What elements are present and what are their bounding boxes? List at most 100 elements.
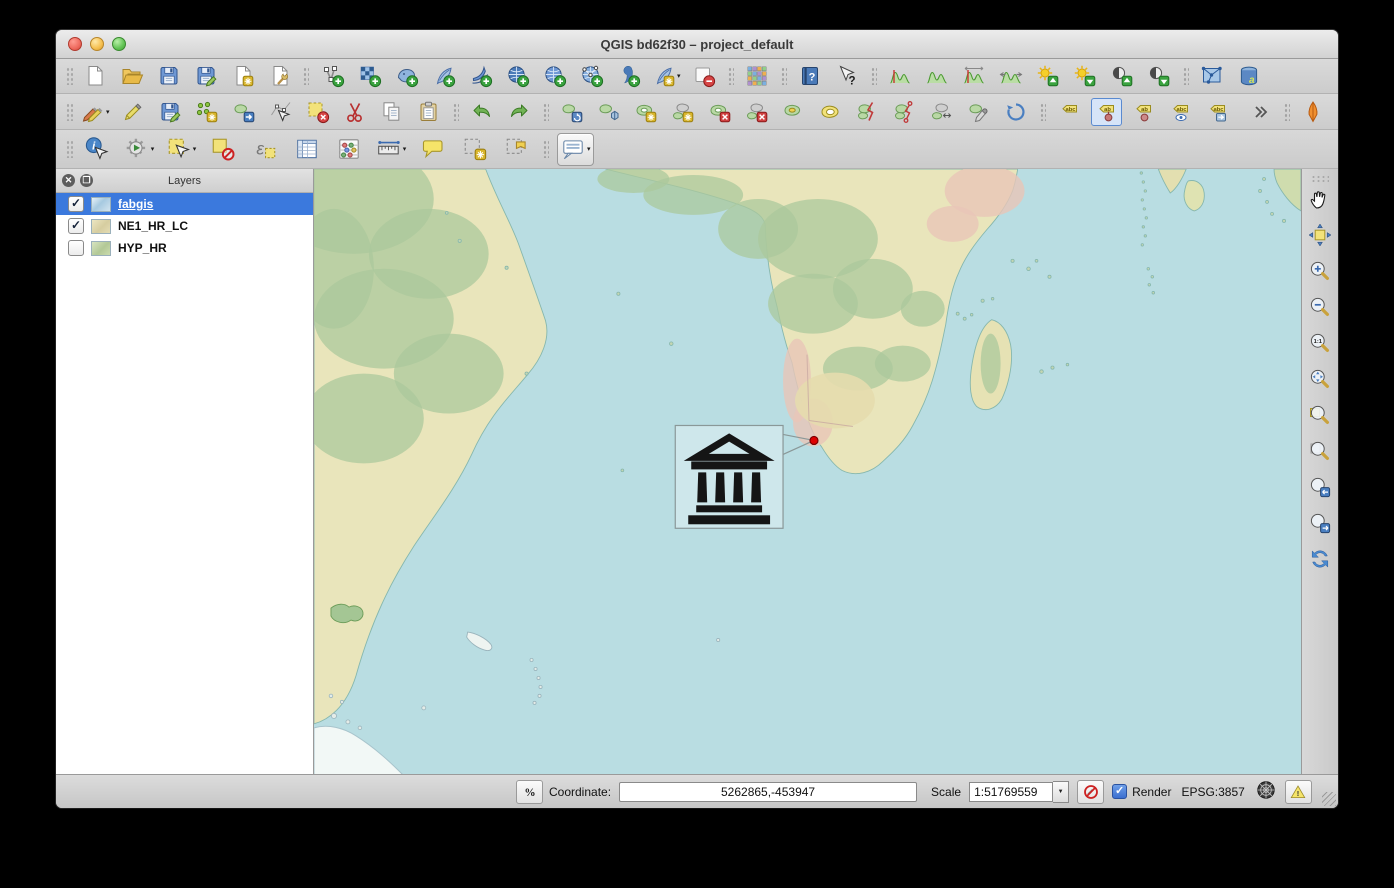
add-spatialite-layer-button[interactable] <box>428 62 459 90</box>
scale-combobox[interactable]: 1:51769559 ▼ <box>969 781 1069 803</box>
rotate-feature-button[interactable] <box>557 98 588 126</box>
save-project-as-button[interactable] <box>190 62 221 90</box>
offset-curve-button[interactable] <box>816 98 847 126</box>
pan-to-selection-button[interactable] <box>1304 220 1336 250</box>
add-wcs-layer-button[interactable] <box>539 62 570 90</box>
render-checkbox[interactable] <box>1112 784 1127 799</box>
building-annotation-marker[interactable] <box>675 425 818 528</box>
highlight-pinned-labels-button[interactable]: ab <box>1128 98 1159 126</box>
new-bookmark-button[interactable] <box>457 133 493 166</box>
undo-button[interactable] <box>467 98 498 126</box>
deselect-features-button[interactable] <box>205 133 241 166</box>
local-histogram-stretch-button[interactable] <box>885 62 916 90</box>
layer-item-ne1-hr-lc[interactable]: NE1_HR_LC <box>56 215 313 237</box>
coordinate-input[interactable] <box>619 782 917 802</box>
show-hide-labels-button[interactable]: abc <box>1165 98 1196 126</box>
full-cumulative-stretch-button[interactable] <box>996 62 1027 90</box>
rotate-point-symbols-button[interactable] <box>1001 98 1032 126</box>
composer-manager-button[interactable] <box>264 62 295 90</box>
increase-contrast-button[interactable] <box>1107 62 1138 90</box>
show-bookmarks-button[interactable] <box>499 133 535 166</box>
save-edits-button[interactable] <box>155 98 186 126</box>
layer-visibility-checkbox[interactable] <box>68 196 84 212</box>
toolbar-handle[interactable] <box>66 140 73 158</box>
zoom-actual-size-button[interactable]: 1:1 <box>1304 328 1336 358</box>
new-shapefile-layer-button[interactable]: ▾ <box>650 62 683 90</box>
current-edits-button[interactable]: ▾ <box>79 98 112 126</box>
delete-selected-button[interactable] <box>303 98 334 126</box>
add-raster-layer-button[interactable] <box>354 62 385 90</box>
pin-labels-button[interactable]: ab <box>1091 98 1122 126</box>
merge-attributes-button[interactable] <box>964 98 995 126</box>
refresh-map-button[interactable] <box>1304 544 1336 574</box>
new-print-composer-button[interactable] <box>227 62 258 90</box>
add-ring-button[interactable] <box>631 98 662 126</box>
zoom-out-button[interactable] <box>1304 292 1336 322</box>
save-project-button[interactable] <box>153 62 184 90</box>
crs-status-button[interactable] <box>1255 779 1277 804</box>
simplify-feature-button[interactable] <box>594 98 625 126</box>
text-annotation-button[interactable]: ▾ <box>557 133 594 166</box>
log-messages-button[interactable]: ! <box>1285 780 1312 804</box>
select-features-button[interactable]: ▾ <box>163 133 199 166</box>
redo-button[interactable] <box>504 98 535 126</box>
manage-plugins-button[interactable] <box>742 62 773 90</box>
toolbar-handle[interactable] <box>1311 175 1329 182</box>
delete-part-button[interactable] <box>742 98 773 126</box>
copy-features-button[interactable] <box>377 98 408 126</box>
add-mssql-layer-button[interactable] <box>465 62 496 90</box>
remove-layer-button[interactable] <box>689 62 720 90</box>
toolbar-handle[interactable] <box>66 67 73 85</box>
cut-features-button[interactable] <box>340 98 371 126</box>
map-canvas[interactable] <box>314 169 1301 774</box>
feature-action-button[interactable]: ▾ <box>121 133 157 166</box>
full-histogram-stretch-button[interactable] <box>922 62 953 90</box>
help-contents-button[interactable]: ? <box>795 62 826 90</box>
toolbar-overflow-button[interactable] <box>1245 98 1276 126</box>
increase-brightness-button[interactable] <box>1033 62 1064 90</box>
move-feature-button[interactable] <box>229 98 260 126</box>
coordinate-display-toggle-button[interactable]: % <box>516 780 543 804</box>
layer-item-fabgis[interactable]: fabgis <box>56 193 313 215</box>
new-project-button[interactable] <box>79 62 110 90</box>
scale-dropdown-arrow-icon[interactable]: ▼ <box>1053 781 1069 803</box>
toolbar-handle[interactable] <box>66 103 73 121</box>
measure-button[interactable]: ▾ <box>373 133 409 166</box>
title-bar[interactable]: QGIS bd62f30 – project_default <box>56 30 1338 59</box>
decrease-contrast-button[interactable] <box>1144 62 1175 90</box>
fill-ring-button[interactable] <box>779 98 810 126</box>
identify-features-button[interactable]: i <box>79 133 115 166</box>
zoom-to-layer-button[interactable] <box>1304 436 1336 466</box>
paste-features-button[interactable] <box>414 98 445 126</box>
topology-checker-button[interactable] <box>1197 62 1228 90</box>
split-features-button[interactable] <box>853 98 884 126</box>
add-feature-button[interactable] <box>192 98 223 126</box>
merge-features-button[interactable] <box>927 98 958 126</box>
select-by-expression-button[interactable]: ε <box>247 133 283 166</box>
decrease-brightness-button[interactable] <box>1070 62 1101 90</box>
delete-ring-button[interactable] <box>705 98 736 126</box>
add-wfs-layer-button[interactable] <box>576 62 607 90</box>
local-cumulative-stretch-button[interactable] <box>959 62 990 90</box>
north-arrow-button[interactable] <box>1298 98 1329 126</box>
grass-tools-button[interactable]: a <box>1234 62 1265 90</box>
add-wms-layer-button[interactable] <box>502 62 533 90</box>
zoom-full-button[interactable] <box>1304 364 1336 394</box>
statistical-summary-button[interactable] <box>331 133 367 166</box>
pan-map-button[interactable] <box>1304 184 1336 214</box>
move-label-button[interactable]: abc <box>1202 98 1233 126</box>
add-postgis-layer-button[interactable] <box>391 62 422 90</box>
node-tool-button[interactable] <box>266 98 297 126</box>
split-parts-button[interactable] <box>890 98 921 126</box>
resize-grip[interactable] <box>1322 792 1336 806</box>
labeling-options-button[interactable]: abc <box>1054 98 1085 126</box>
attribute-table-button[interactable] <box>289 133 325 166</box>
zoom-in-button[interactable] <box>1304 256 1336 286</box>
zoom-next-button[interactable] <box>1304 508 1336 538</box>
zoom-to-selection-button[interactable] <box>1304 400 1336 430</box>
layer-visibility-checkbox[interactable] <box>68 240 84 256</box>
add-delimited-text-layer-button[interactable] <box>613 62 644 90</box>
toggle-editing-button[interactable] <box>118 98 149 126</box>
add-part-button[interactable] <box>668 98 699 126</box>
add-vector-layer-button[interactable] <box>317 62 348 90</box>
